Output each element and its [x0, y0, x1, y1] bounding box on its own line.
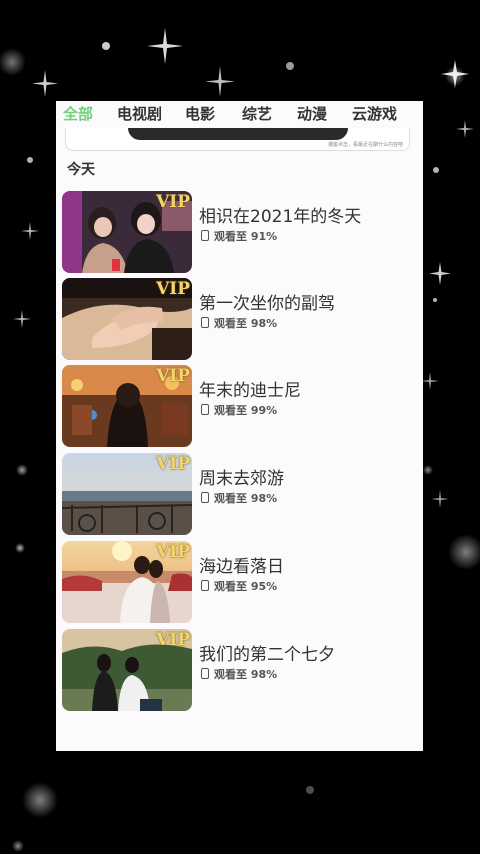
video-thumbnail: VIP	[62, 541, 192, 623]
tab-variety[interactable]: 综艺	[242, 103, 272, 124]
history-item[interactable]: VIP 周末去郊游 观看至 98%	[62, 453, 417, 535]
phone-icon	[201, 230, 209, 241]
history-item[interactable]: VIP 第一次坐你的副驾 观看至 98%	[62, 278, 417, 360]
section-title-today: 今天	[67, 162, 95, 178]
watch-progress-text: 观看至 98%	[214, 317, 278, 330]
watch-progress: 观看至 91%	[201, 228, 277, 244]
vip-badge: VIP	[156, 454, 190, 474]
video-thumbnail: VIP	[62, 453, 192, 535]
watch-progress-text: 观看至 98%	[214, 668, 278, 681]
vip-badge: VIP	[156, 630, 190, 650]
watch-progress: 观看至 98%	[201, 666, 277, 682]
watch-progress-text: 观看至 98%	[214, 492, 278, 505]
watch-progress: 观看至 98%	[201, 315, 277, 331]
watch-progress-text: 观看至 99%	[214, 404, 278, 417]
video-title: 我们的第二个七夕	[199, 645, 335, 665]
banner-note: 播客点击，看最近在聊什么内容吧	[327, 142, 403, 148]
video-thumbnail: VIP	[62, 365, 192, 447]
video-title: 周末去郊游	[199, 469, 284, 489]
watch-progress: 观看至 99%	[201, 402, 277, 418]
vip-badge: VIP	[156, 542, 190, 562]
watch-progress: 观看至 95%	[201, 578, 277, 594]
tab-tv-series[interactable]: 电视剧	[117, 103, 162, 124]
phone-icon	[201, 668, 209, 679]
tab-all[interactable]: 全部	[63, 103, 93, 124]
video-title: 第一次坐你的副驾	[199, 294, 335, 314]
vip-badge: VIP	[156, 366, 190, 386]
vip-badge: VIP	[156, 279, 190, 299]
tab-anime[interactable]: 动漫	[297, 103, 327, 124]
tab-movies[interactable]: 电影	[185, 103, 215, 124]
video-thumbnail: VIP	[62, 629, 192, 711]
history-item[interactable]: VIP 海边看落日 观看至 95%	[62, 541, 417, 623]
category-tabs: 全部 电视剧 电影 综艺 动漫 云游戏	[56, 101, 423, 127]
banner-ad[interactable]: 播客点击，看最近在聊什么内容吧	[65, 128, 410, 151]
video-title: 海边看落日	[199, 557, 284, 577]
banner-image	[128, 128, 348, 140]
video-thumbnail: VIP	[62, 191, 192, 273]
phone-icon	[201, 580, 209, 591]
watch-progress: 观看至 98%	[201, 490, 277, 506]
history-item[interactable]: VIP 我们的第二个七夕 观看至 98%	[62, 629, 417, 711]
watch-progress-text: 观看至 91%	[214, 230, 278, 243]
vip-badge: VIP	[156, 192, 190, 212]
phone-icon	[201, 317, 209, 328]
video-title: 相识在2021年的冬天	[199, 207, 362, 227]
video-thumbnail: VIP	[62, 278, 192, 360]
video-title: 年末的迪士尼	[199, 381, 301, 401]
history-item[interactable]: VIP 年末的迪士尼 观看至 99%	[62, 365, 417, 447]
watch-history-panel: 全部 电视剧 电影 综艺 动漫 云游戏 播客点击，看最近在聊什么内容吧 今天 V…	[56, 101, 423, 751]
watch-progress-text: 观看至 95%	[214, 580, 278, 593]
history-item[interactable]: VIP 相识在2021年的冬天 观看至 91%	[62, 191, 417, 273]
phone-icon	[201, 404, 209, 415]
tab-cloud-games[interactable]: 云游戏	[352, 103, 397, 124]
phone-icon	[201, 492, 209, 503]
